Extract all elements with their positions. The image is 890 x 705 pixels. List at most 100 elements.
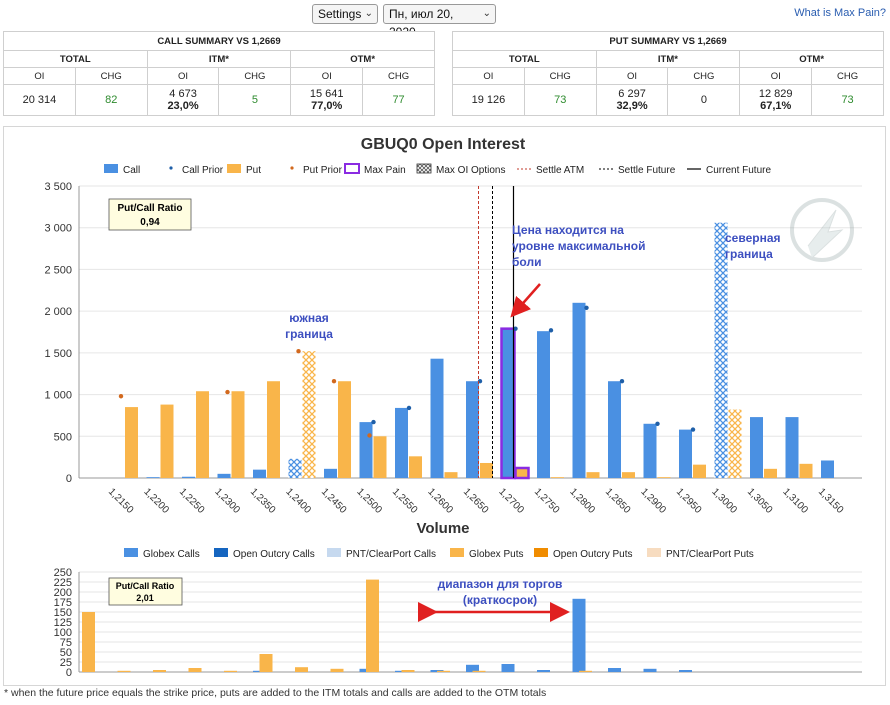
oi-x-tick-label: 1,2750 (532, 486, 562, 516)
oi-legend: Call Call Prior Put Put Prior Max Pain Max OI… (104, 163, 771, 176)
footnote: * when the future price equals the strik… (4, 687, 547, 699)
oi-y-tick-label: 2 500 (44, 264, 72, 276)
put-bar (409, 456, 422, 478)
legend-label: Globex Puts (469, 549, 523, 560)
oi-x-tick-label: 1,3050 (745, 486, 775, 516)
oi-x-tick-label: 1,2600 (425, 486, 455, 516)
oi-x-tick-label: 1,2900 (638, 486, 668, 516)
legend-swatch (124, 548, 138, 557)
call-bar (643, 423, 657, 478)
legend-label: Settle Future (618, 165, 676, 176)
globex-puts-bar (366, 579, 379, 672)
legend-swatch (214, 548, 228, 557)
oi-x-tick-label: 1,2500 (354, 486, 384, 516)
put-bar (764, 468, 777, 478)
legend-swatch (227, 164, 241, 173)
trading-range-annotation: диапазон для торгов (краткосрок) (437, 577, 563, 607)
put-bar (196, 391, 209, 478)
call-bar (395, 407, 408, 478)
legend-swatch (169, 166, 173, 170)
globex-puts-bar (295, 667, 308, 672)
oi-x-tick-label: 1,2800 (567, 486, 597, 516)
oi-x-tick-label: 1,3150 (816, 486, 846, 516)
legend-swatch (290, 166, 294, 170)
call-prior-point (619, 379, 625, 384)
volume-legend: Globex Calls Open Outcry Calls PNT/ClearPo… (124, 548, 754, 560)
oi-y-tick-label: 1 000 (44, 390, 72, 402)
globex-puts-bar (224, 670, 237, 672)
legend-label: Current Future (706, 165, 771, 176)
max-pain-annotation: Цена находится на уровне максимальной бо… (512, 223, 646, 269)
call-prior-point (584, 305, 589, 311)
legend-label: Settle ATM (536, 165, 584, 176)
put-bar (622, 472, 635, 478)
call-bar (253, 469, 266, 478)
globex-calls-bar (643, 668, 657, 672)
call-bar (785, 417, 799, 478)
call-prior-point (548, 328, 554, 333)
call-bar (146, 477, 160, 478)
globex-puts-bar (82, 612, 95, 672)
call-bar (359, 422, 373, 478)
put-prior-point (331, 379, 337, 384)
put-bar (480, 462, 493, 478)
oi-x-tick-label: 1,2300 (212, 486, 242, 516)
vol-ratio-value: 2,01 (136, 593, 154, 603)
put-bar (160, 404, 174, 478)
globex-puts-bar (259, 654, 273, 672)
vol-ratio-label: Put/Call Ratio (116, 581, 175, 591)
legend-label: Globex Calls (143, 549, 200, 560)
put-bar (514, 466, 530, 480)
watermark-logo-icon (790, 198, 854, 262)
legend-swatch (327, 548, 341, 557)
max-pain-arrow (510, 283, 541, 318)
south-border-annotation: южная граница (285, 311, 333, 341)
oi-y-tick-label: 1 500 (44, 348, 72, 360)
legend-swatch (416, 163, 432, 174)
put-bar (551, 477, 564, 478)
oi-x-tick-label: 1,2450 (319, 486, 349, 516)
put-prior-point (118, 394, 124, 399)
legend-swatch (647, 548, 661, 557)
oi-ratio-value: 0,94 (140, 217, 160, 228)
legend-label: Open Outcry Puts (553, 549, 632, 560)
oi-x-tick-label: 1,2150 (106, 486, 136, 516)
oi-put-call-ratio-box: Put/Call Ratio 0,94 (108, 198, 192, 231)
call-bar (217, 473, 231, 478)
call-bar (500, 327, 516, 480)
call-bar (537, 331, 550, 478)
volume-chart-title: Volume (416, 520, 469, 537)
oi-x-tick-label: 1,2650 (461, 486, 491, 516)
oi-x-tick-label: 1,2850 (603, 486, 633, 516)
oi-x-tick-label: 1,2700 (496, 486, 526, 516)
oi-y-axis: 0 500 1 000 1 500 2 000 2 500 3 000 3 500 (44, 181, 72, 485)
globex-puts-bar (579, 670, 592, 672)
globex-calls-bar (608, 668, 621, 672)
globex-puts-bar (472, 670, 486, 672)
globex-calls-bar (572, 598, 586, 672)
oi-x-axis: 1,2150 1,2200 1,2250 1,2300 1,2350 1,2400 1,24… (106, 486, 846, 516)
globex-puts-bar (117, 670, 131, 672)
call-bar (750, 417, 763, 478)
call-prior-point (371, 419, 376, 425)
legend-swatch (534, 548, 548, 557)
oi-y-tick-label: 0 (66, 473, 72, 485)
north-border-annotation: северная граница (725, 231, 781, 261)
put-bar (267, 381, 280, 478)
call-bar (430, 358, 444, 478)
oi-x-tick-label: 1,2350 (248, 486, 278, 516)
oi-x-tick-label: 1,2950 (674, 486, 704, 516)
legend-label: Open Outcry Calls (233, 549, 315, 560)
legend-label: Call (123, 165, 140, 176)
oi-y-tick-label: 3 000 (44, 223, 72, 235)
globex-calls-bar (537, 670, 550, 672)
oi-chart-title: GBUQ0 Open Interest (361, 136, 526, 153)
call-bar (182, 476, 195, 478)
oi-x-tick-label: 1,2250 (177, 486, 207, 516)
oi-ratio-label: Put/Call Ratio (117, 203, 182, 214)
put-bar (302, 351, 316, 478)
put-bar (125, 407, 138, 478)
globex-calls-bar (501, 664, 515, 672)
oi-x-tick-label: 1,2200 (141, 486, 171, 516)
oi-x-tick-label: 1,2400 (283, 486, 313, 516)
